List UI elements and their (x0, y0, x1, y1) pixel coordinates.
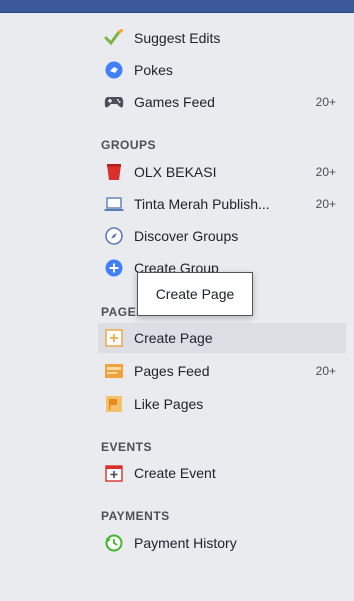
sidebar-item-label: Create Page (134, 330, 213, 346)
group-cup-icon (104, 162, 124, 182)
sidebar-item-pages-feed[interactable]: Pages Feed 20+ (98, 356, 346, 386)
compass-icon (104, 226, 124, 246)
notification-count: 20+ (315, 197, 336, 211)
sidebar-item-suggest-edits[interactable]: Suggest Edits (98, 23, 346, 53)
group-laptop-icon (104, 194, 124, 214)
top-navigation-bar (0, 0, 354, 13)
payment-history-icon (104, 533, 124, 553)
sidebar-item-create-page[interactable]: Create Page (98, 323, 346, 353)
notification-count: 20+ (315, 165, 336, 179)
poke-hand-icon (104, 60, 124, 80)
sidebar-item-label: Like Pages (134, 396, 204, 412)
section-header-payments: PAYMENTS (101, 509, 170, 523)
section-header-groups: GROUPS (101, 138, 157, 152)
sidebar-item-payment-history[interactable]: Payment History (98, 528, 346, 558)
sidebar-item-label: Games Feed (134, 94, 215, 110)
sidebar-item-label: Create Event (134, 465, 216, 481)
sidebar-item-label: Tinta Merah Publish... (134, 196, 270, 212)
plus-circle-icon (104, 258, 124, 278)
sidebar-item-discover-groups[interactable]: Discover Groups (98, 221, 346, 251)
sidebar-item-label: Pages Feed (134, 363, 210, 379)
notification-count: 20+ (315, 364, 336, 378)
checkmark-pencil-icon (104, 28, 124, 48)
sidebar-item-label: Payment History (134, 535, 237, 551)
sidebar-item-label: OLX BEKASI (134, 164, 217, 180)
sidebar-item-like-pages[interactable]: Like Pages (98, 389, 346, 419)
sidebar-item-tinta-merah[interactable]: Tinta Merah Publish... 20+ (98, 189, 346, 219)
sidebar-item-olx-bekasi[interactable]: OLX BEKASI 20+ (98, 157, 346, 187)
tooltip: Create Page (137, 272, 253, 316)
notification-count: 20+ (315, 95, 336, 109)
flag-icon (104, 394, 124, 414)
create-page-icon (104, 328, 124, 348)
sidebar-item-create-event[interactable]: Create Event (98, 458, 346, 488)
sidebar-item-games-feed[interactable]: Games Feed 20+ (98, 87, 346, 117)
gamepad-icon (104, 92, 124, 112)
sidebar-item-label: Pokes (134, 62, 173, 78)
sidebar-item-pokes[interactable]: Pokes (98, 55, 346, 85)
sidebar-item-label: Suggest Edits (134, 30, 221, 46)
calendar-plus-icon (104, 463, 124, 483)
section-header-events: EVENTS (101, 440, 153, 454)
pages-feed-icon (104, 361, 124, 381)
sidebar-item-label: Discover Groups (134, 228, 239, 244)
